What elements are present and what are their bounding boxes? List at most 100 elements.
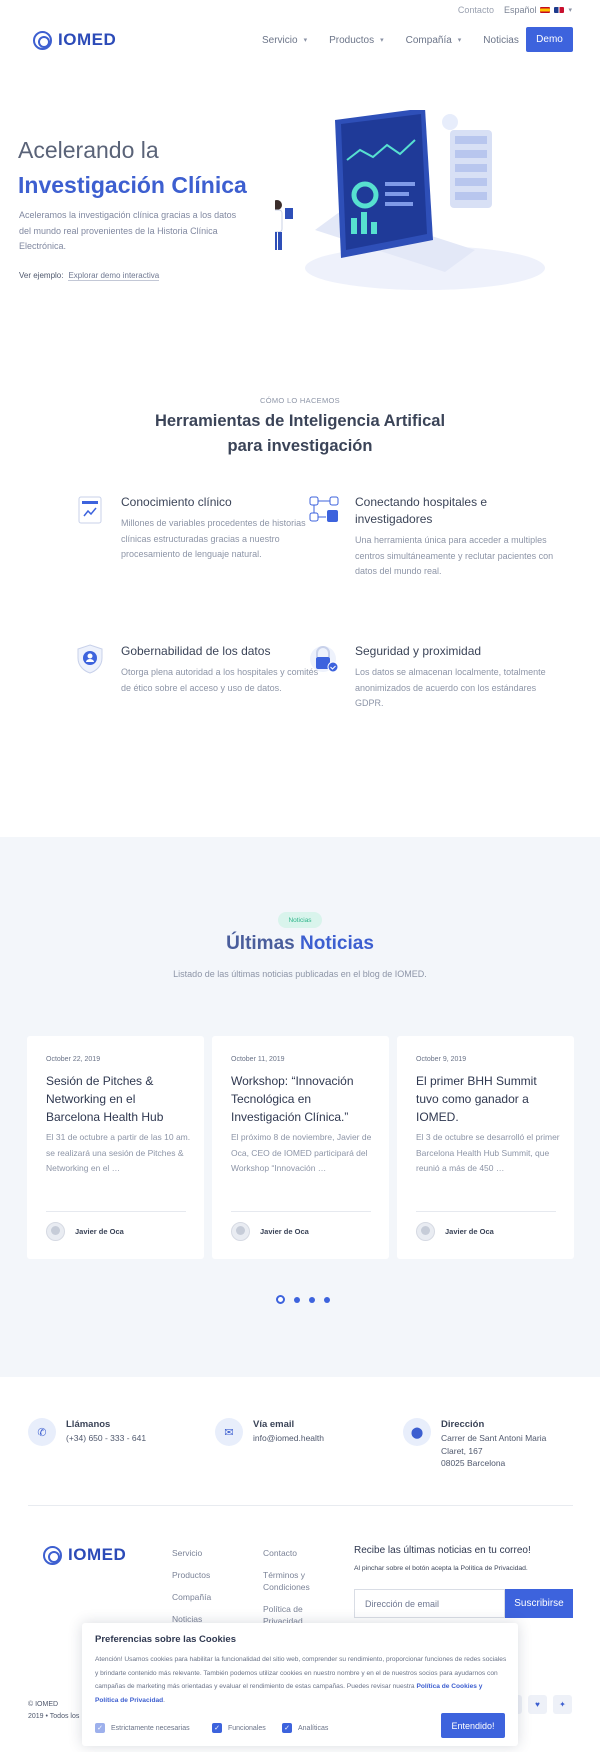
shield-user-icon bbox=[77, 644, 103, 674]
feature-title: Gobernabilidad de los datos bbox=[121, 644, 271, 658]
news-pill: Noticias bbox=[278, 912, 322, 928]
hero-illustration bbox=[275, 110, 545, 290]
footer-col-1: Servicio Productos Compañía Noticias bbox=[172, 1547, 211, 1635]
pager-dot-4[interactable] bbox=[324, 1296, 330, 1303]
feature-title: Conectando hospitales e investigadores bbox=[355, 495, 488, 526]
checkbox-analytics[interactable]: ✓ bbox=[282, 1723, 292, 1733]
news-author: Javier de Oca bbox=[231, 1222, 309, 1241]
news-date: October 9, 2019 bbox=[416, 1056, 467, 1063]
news-author: Javier de Oca bbox=[416, 1222, 494, 1241]
checkbox-functional[interactable]: ✓ bbox=[212, 1723, 222, 1733]
cookie-text: Atención! Usamos cookies para habilitar … bbox=[95, 1656, 507, 1704]
footer-link-compania[interactable]: Compañía bbox=[172, 1591, 211, 1603]
carousel-pager bbox=[276, 1295, 330, 1304]
secure-lock-icon bbox=[310, 646, 339, 673]
nav-label: Servicio bbox=[262, 34, 298, 46]
news-card-title[interactable]: Workshop: “Innovación Tecnológica en Inv… bbox=[231, 1072, 376, 1126]
newsletter-title: Recibe las últimas noticias en tu correo… bbox=[354, 1545, 531, 1556]
language-label: Español bbox=[503, 5, 537, 15]
avatar bbox=[231, 1222, 250, 1241]
email-address[interactable]: info@iomed.health bbox=[253, 1432, 324, 1445]
cookie-option-necessary: ✓ Estrictamente necesarias bbox=[95, 1723, 190, 1733]
author-name: Javier de Oca bbox=[75, 1227, 124, 1236]
news-card[interactable]: October 11, 2019 Workshop: “Innovación T… bbox=[212, 1036, 389, 1259]
divider bbox=[231, 1211, 371, 1212]
nav-item-noticias[interactable]: Noticias bbox=[483, 35, 519, 46]
phone-icon: ✆ bbox=[28, 1418, 56, 1446]
copyright: © IOMED 2019 • Todos los bbox=[28, 1699, 79, 1723]
news-author: Javier de Oca bbox=[46, 1222, 124, 1241]
news-excerpt: El 31 de octubre a partir de las 10 am. … bbox=[46, 1132, 191, 1173]
address-line: 08025 Barcelona bbox=[441, 1458, 506, 1468]
news-card[interactable]: October 22, 2019 Sesión de Pitches & Net… bbox=[27, 1036, 204, 1259]
pager-dot-1[interactable] bbox=[276, 1295, 285, 1304]
phone-number[interactable]: (+34) 650 - 333 - 641 bbox=[66, 1432, 146, 1445]
social-icon[interactable]: ✦ bbox=[553, 1695, 572, 1714]
nav-item-servicio[interactable]: Servicio ▾ bbox=[262, 35, 307, 46]
newsletter-note: Al pinchar sobre el botón acepta la Polí… bbox=[354, 1565, 528, 1572]
feature-data-governance: Gobernabilidad de los datos Otorga plena… bbox=[77, 643, 321, 696]
hero-title-line1: Acelerando la bbox=[18, 137, 159, 163]
pager-dot-2[interactable] bbox=[294, 1296, 300, 1303]
news-excerpt: El 3 de octubre se desarrolló el primer … bbox=[416, 1132, 560, 1173]
main-nav: Servicio ▾ Productos ▾ Compañía ▾ Noticias bbox=[262, 29, 519, 51]
accept-cookies-button[interactable]: Entendido! bbox=[441, 1713, 505, 1738]
footer-link-servicio[interactable]: Servicio bbox=[172, 1547, 211, 1559]
logo[interactable]: IOMED bbox=[33, 30, 116, 50]
mail-icon: ✉ bbox=[215, 1418, 243, 1446]
section-title: Herramientas de Inteligencia Artifical p… bbox=[154, 412, 446, 455]
language-selector[interactable]: Español ▾ bbox=[504, 5, 572, 15]
document-chart-icon bbox=[78, 496, 102, 524]
cookie-option-analytics[interactable]: ✓ Analíticas bbox=[282, 1723, 328, 1733]
nav-label: Productos bbox=[329, 34, 375, 46]
divider bbox=[46, 1211, 186, 1212]
feature-text: Una herramienta única para acceder a mul… bbox=[355, 535, 554, 576]
nav-label: Compañía bbox=[405, 34, 452, 46]
contact-link[interactable]: Contacto bbox=[458, 5, 494, 15]
location-pin-icon: ⬤ bbox=[403, 1418, 431, 1446]
hero-description: Aceleramos la investigación clínica grac… bbox=[19, 210, 237, 251]
footer-link-contacto[interactable]: Contacto bbox=[263, 1547, 323, 1559]
uk-flag-icon bbox=[554, 7, 565, 13]
network-lock-icon bbox=[309, 496, 339, 522]
contact-phone: ✆ Llámanos (+34) 650 - 333 - 641 bbox=[28, 1418, 146, 1446]
hero-title-line2: Investigación Clínica bbox=[18, 172, 247, 198]
author-name: Javier de Oca bbox=[260, 1227, 309, 1236]
option-label: Analíticas bbox=[298, 1724, 329, 1732]
feature-clinical-knowledge: Conocimiento clínico Millones de variabl… bbox=[78, 494, 321, 563]
nav-item-compania[interactable]: Compañía ▾ bbox=[406, 35, 462, 46]
feature-text: Millones de variables procedentes de his… bbox=[121, 518, 306, 559]
hero-example: Ver ejemplo: Explorar demo interactiva bbox=[19, 271, 160, 281]
contact-address: ⬤ Dirección Carrer de Sant Antoni Maria … bbox=[403, 1418, 546, 1470]
news-title-light: Últimas bbox=[226, 933, 295, 954]
footer-link-terminos[interactable]: Términos y Condiciones bbox=[263, 1569, 323, 1593]
chevron-down-icon: ▾ bbox=[380, 37, 384, 44]
avatar bbox=[46, 1222, 65, 1241]
social-icon[interactable]: ♥ bbox=[528, 1695, 547, 1714]
logo-mark-icon bbox=[33, 30, 52, 50]
news-subtitle: Listado de las últimas noticias publicad… bbox=[173, 969, 427, 979]
footer-logo[interactable]: IOMED bbox=[43, 1545, 126, 1565]
cookie-option-functional[interactable]: ✓ Funcionales bbox=[212, 1723, 266, 1733]
divider bbox=[28, 1505, 573, 1506]
option-label: Funcionales bbox=[228, 1724, 266, 1732]
news-card-title[interactable]: Sesión de Pitches & Networking en el Bar… bbox=[46, 1072, 191, 1126]
address-line: Carrer de Sant Antoni Maria bbox=[441, 1433, 547, 1443]
news-title: Últimas Noticias bbox=[0, 933, 600, 955]
pager-dot-3[interactable] bbox=[309, 1296, 315, 1303]
subscribe-button[interactable]: Suscribirse bbox=[505, 1589, 573, 1618]
chevron-down-icon: ▾ bbox=[568, 7, 572, 14]
chevron-down-icon: ▾ bbox=[457, 37, 462, 44]
demo-interactive-link[interactable]: Explorar demo interactiva bbox=[68, 271, 160, 281]
logo-text: IOMED bbox=[68, 1545, 127, 1564]
newsletter-email-input[interactable]: Dirección de email bbox=[354, 1589, 505, 1618]
footer-link-productos[interactable]: Productos bbox=[172, 1569, 211, 1581]
demo-button[interactable]: Demo bbox=[526, 27, 573, 52]
chevron-down-icon: ▾ bbox=[303, 37, 308, 44]
news-card[interactable]: October 9, 2019 El primer BHH Summit tuv… bbox=[397, 1036, 574, 1259]
checkbox-necessary: ✓ bbox=[95, 1723, 105, 1733]
nav-item-productos[interactable]: Productos ▾ bbox=[329, 35, 384, 46]
news-card-title[interactable]: El primer BHH Summit tuvo como ganador a… bbox=[416, 1072, 561, 1126]
cookie-title: Preferencias sobre las Cookies bbox=[95, 1634, 236, 1645]
nav-label: Noticias bbox=[483, 34, 519, 46]
